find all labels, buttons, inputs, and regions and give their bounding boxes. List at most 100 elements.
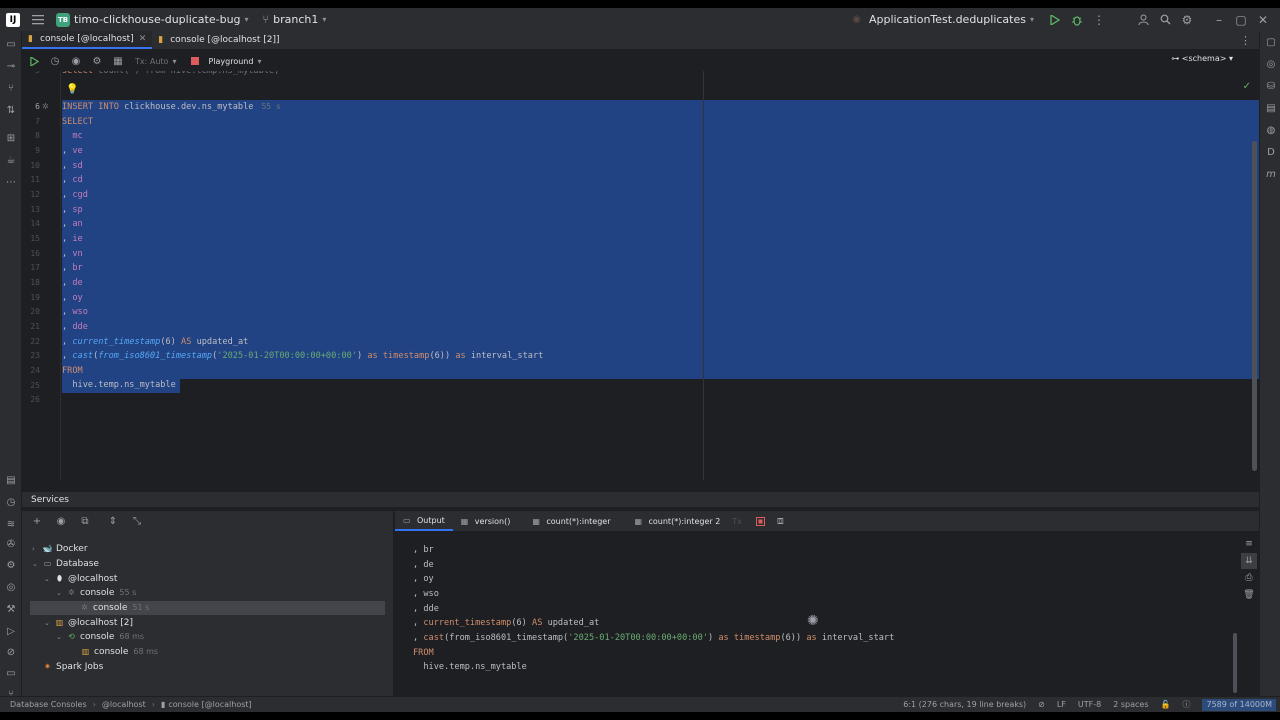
tx-mode-select[interactable]: Tx: Auto (135, 57, 168, 66)
schema-select[interactable]: ⊶ <schema> ▾ (1171, 54, 1233, 63)
chevron-down-icon[interactable]: ⌄ (56, 630, 66, 644)
maximize-icon[interactable]: ▢ (1230, 9, 1252, 31)
chevron-down-icon[interactable]: ▾ (322, 15, 326, 24)
coffee-icon[interactable]: ☕ (3, 152, 19, 168)
search-icon[interactable] (1154, 9, 1176, 31)
gradle-icon[interactable]: ▤ (1263, 100, 1279, 116)
history-icon[interactable]: ◷ (46, 52, 64, 70)
line-separator[interactable]: LF (1057, 700, 1066, 709)
chevron-down-icon[interactable]: ⌄ (32, 557, 42, 571)
chevron-down-icon[interactable]: ▾ (245, 15, 249, 24)
scroll-to-end-icon[interactable]: ⇊ (1241, 553, 1257, 569)
clear-all-icon[interactable]: 🗑 (1241, 587, 1257, 603)
services-active-icon[interactable]: ◎ (3, 579, 19, 595)
chevron-down-icon[interactable]: ▾ (1030, 15, 1034, 24)
clock-icon[interactable]: ◷ (3, 494, 19, 510)
readonly-toggle-icon[interactable]: ⊘ (1038, 700, 1045, 709)
run-tool-icon[interactable]: ▷ (3, 623, 19, 639)
project-folder-icon[interactable]: ▭ (3, 36, 19, 52)
build-icon[interactable]: ⚒ (3, 601, 19, 617)
tree-item-console-2-child[interactable]: ▥ console 68 ms (80, 645, 158, 659)
git-icon[interactable]: ⑂ (3, 80, 19, 96)
breadcrumb-item[interactable]: @localhost (102, 700, 146, 709)
explain-plan-icon[interactable]: ◉ (67, 52, 85, 70)
chevron-down-icon[interactable]: ⌄ (56, 586, 66, 600)
pull-requests-icon[interactable]: ⇅ (3, 102, 19, 118)
d-plugin-icon[interactable]: D (1263, 144, 1279, 160)
breadcrumb-item[interactable]: Database Consoles (10, 700, 87, 709)
project-badge-icon[interactable]: TB (56, 12, 70, 27)
tree-item-database[interactable]: ⌄ ▭ Database (32, 557, 99, 571)
m-plugin-icon[interactable]: m (1263, 166, 1279, 182)
run-config-name[interactable]: ApplicationTest.deduplicates (869, 13, 1026, 26)
tree-item-spark-jobs[interactable]: ✷ Spark Jobs (42, 660, 103, 674)
branch-name[interactable]: branch1 (273, 13, 318, 26)
tree-item-console-selected[interactable]: ✲ console 51 s (30, 601, 385, 615)
settings-gear-icon[interactable]: ⚙ (1176, 9, 1198, 31)
inspection-ok-icon[interactable]: ✓ (1243, 81, 1251, 92)
chevron-down-icon[interactable]: ⌄ (44, 572, 54, 586)
sql-editor[interactable]: 5 6 7 8 9 10 11 12 13 14 15 16 17 18 19 … (22, 71, 1259, 480)
tree-item-console-running[interactable]: ⌄ ✲ console 55 s (56, 586, 136, 600)
project-name[interactable]: timo-clickhouse-duplicate-bug (74, 13, 241, 26)
chevron-right-icon[interactable]: › (32, 542, 42, 556)
new-tab-icon[interactable]: ⧉ (76, 512, 94, 530)
memory-indicator[interactable]: 7589 of 14000M (1202, 698, 1276, 711)
notifications-icon[interactable]: ▢ (1263, 34, 1279, 50)
soft-wrap-icon[interactable]: ≡ (1241, 536, 1257, 552)
ai-assistant-icon[interactable]: ◎ (1263, 56, 1279, 72)
tab-count-integer[interactable]: ▦ count(*):integer (524, 511, 618, 531)
debug-icon[interactable] (1066, 9, 1088, 31)
close-tab-icon[interactable]: ✕ (139, 34, 147, 44)
editor-scrollbar[interactable] (1252, 141, 1257, 471)
layout-icon[interactable]: ⧈ (777, 514, 784, 528)
table-view-icon[interactable]: ▦ (109, 52, 127, 70)
collapse-all-icon[interactable]: ⤡ (128, 512, 146, 530)
database-icon[interactable]: ⛁ (1263, 78, 1279, 94)
services-icon[interactable]: ⚙ (3, 557, 19, 573)
execute-icon[interactable] (25, 52, 43, 70)
minimize-icon[interactable]: – (1208, 9, 1230, 31)
output-scrollbar[interactable] (1233, 633, 1237, 693)
tab-console-localhost-2[interactable]: ▮ console [@localhost [2]] (152, 31, 285, 49)
output-console[interactable]: , br , de , oy , wso , dde , current_tim… (394, 531, 1239, 696)
lightbulb-icon[interactable]: 💡 (66, 84, 78, 95)
tab-output[interactable]: ▭ Output (395, 511, 453, 531)
tab-console-localhost[interactable]: ▮ console [@localhost] ✕ (22, 31, 153, 49)
stop-icon[interactable] (755, 516, 765, 526)
stop-icon[interactable] (186, 52, 204, 70)
structure-icon[interactable]: ⊞ (3, 130, 19, 146)
commit-icon[interactable]: ⊸ (3, 58, 19, 74)
layers-icon[interactable]: ≋ (3, 516, 19, 532)
playground-select[interactable]: Playground (208, 57, 253, 66)
info-icon[interactable]: ⓘ (1182, 699, 1190, 710)
app-logo-icon[interactable]: IJ (6, 12, 20, 27)
terminal-icon[interactable]: ▭ (3, 665, 19, 681)
console-settings-icon[interactable]: ⚙ (88, 52, 106, 70)
main-menu-icon[interactable] (32, 14, 46, 25)
problems-icon[interactable]: ⊘ (3, 644, 19, 660)
more-tools-icon[interactable]: ⋯ (3, 174, 19, 190)
close-icon[interactable]: ✕ (1252, 9, 1274, 31)
add-service-icon[interactable]: + (28, 512, 46, 530)
run-icon[interactable] (1044, 9, 1066, 31)
tree-item-localhost[interactable]: ⌄ ⬮ @localhost (44, 572, 117, 586)
more-actions-icon[interactable]: ⋮ (1088, 9, 1110, 31)
endpoints-icon[interactable]: ✇ (3, 536, 19, 552)
notes-icon[interactable]: ▤ (3, 472, 19, 488)
print-icon[interactable]: ⎙ (1241, 570, 1257, 586)
tree-item-localhost-2[interactable]: ⌄ ▥ @localhost [2] (44, 616, 133, 630)
chevron-down-icon[interactable]: ⌄ (44, 616, 54, 630)
tab-version[interactable]: ▦ version() (453, 511, 519, 531)
file-encoding[interactable]: UTF-8 (1078, 700, 1101, 709)
chevron-down-icon[interactable]: ▾ (172, 57, 176, 66)
tree-item-docker[interactable]: › 🐋 Docker (32, 542, 88, 556)
indent-setting[interactable]: 2 spaces (1113, 700, 1148, 709)
tab-count-integer-2[interactable]: ▦ count(*):integer 2 (627, 511, 729, 531)
copilot-icon[interactable]: ◍ (1263, 122, 1279, 138)
tree-item-console-2[interactable]: ⌄ ⟲ console 68 ms (56, 630, 144, 644)
chevron-down-icon[interactable]: ▾ (257, 57, 261, 66)
breadcrumb-item[interactable]: console [@localhost] (168, 700, 251, 709)
lock-icon[interactable]: 🔓 (1161, 700, 1171, 709)
account-icon[interactable] (1132, 9, 1154, 31)
